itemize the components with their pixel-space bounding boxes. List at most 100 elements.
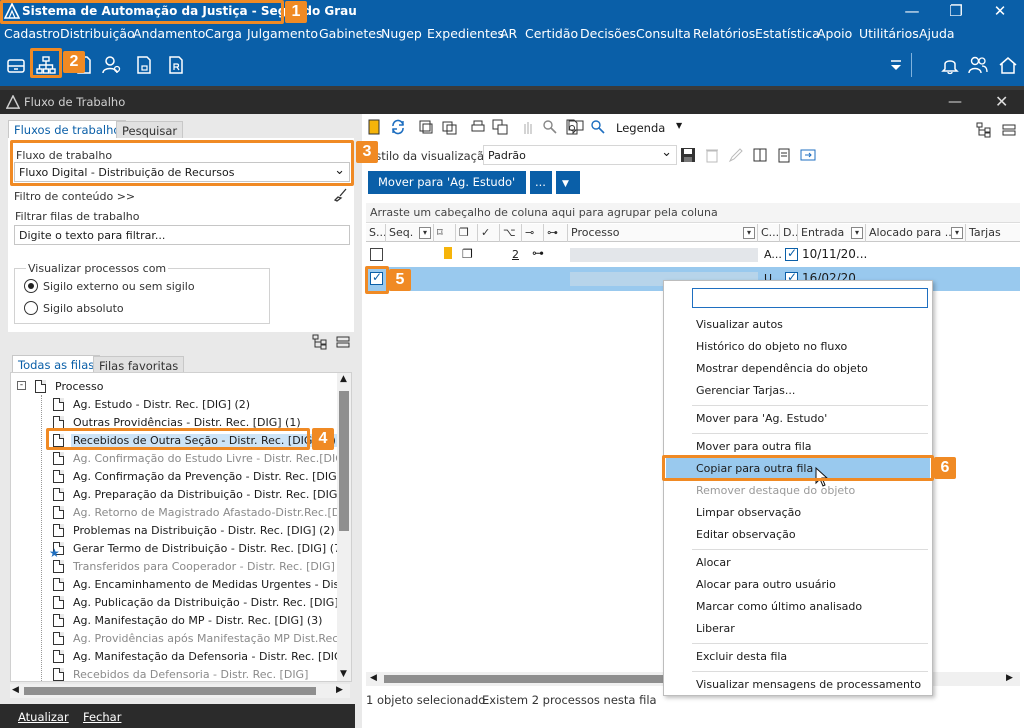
message-icon[interactable] — [568, 119, 584, 135]
printer-lock-icon[interactable] — [470, 119, 486, 135]
save-icon[interactable] — [680, 147, 696, 163]
col-bookmark[interactable]: ⌑ — [434, 224, 456, 242]
tree-expand-icon[interactable] — [312, 334, 328, 350]
view-style-select[interactable]: Padrão ⌄ — [483, 145, 677, 165]
tab-fluxos-de-trabalho[interactable]: Fluxos de trabalho — [8, 120, 127, 139]
col-seq-dropdown-icon[interactable]: ▾ — [419, 227, 431, 239]
menu-ajuda[interactable]: Ajuda — [919, 26, 955, 41]
menu-carga[interactable]: Carga — [205, 26, 242, 41]
legend-dropdown[interactable]: Legenda — [616, 121, 665, 135]
menu-mostrar-dependencia[interactable]: Mostrar dependência do objeto — [696, 362, 868, 375]
menu-apoio[interactable]: Apoio — [817, 26, 852, 41]
scroll-left-icon[interactable]: ◀ — [12, 685, 19, 695]
document-lock-icon[interactable] — [134, 55, 154, 75]
col-alocado-dropdown-icon[interactable]: ▾ — [951, 227, 963, 239]
scroll-left-icon[interactable]: ◀ — [370, 673, 377, 683]
scroll-down-icon[interactable]: ▼ — [340, 669, 347, 679]
refresh-icon[interactable] — [390, 119, 406, 135]
tree-hscrollbar[interactable]: ◀ ▶ — [10, 684, 350, 698]
home-icon[interactable] — [998, 55, 1018, 75]
close-app-button[interactable]: ✕ — [980, 0, 1020, 24]
col-processo-dropdown-icon[interactable]: ▾ — [743, 227, 755, 239]
radio-sigilo-absoluto[interactable] — [24, 301, 38, 315]
copy-window-icon[interactable] — [418, 119, 434, 135]
menu-ar[interactable]: AR — [500, 26, 517, 41]
col-link2[interactable]: ⊶ — [544, 224, 568, 242]
maximize-button[interactable]: ❐ — [936, 0, 976, 24]
menu-marcar-ultimo-analisado[interactable]: Marcar como último analisado — [696, 600, 862, 613]
menu-alocar-outro-usuario[interactable]: Alocar para outro usuário — [696, 578, 836, 591]
col-alocado[interactable]: Alocado para ... ▾ — [866, 224, 966, 242]
atualizar-button[interactable]: Atualizar — [18, 710, 69, 724]
col-copy[interactable]: ❐ — [456, 224, 478, 242]
tree-vscrollbar[interactable]: ▲ ▼ — [337, 373, 351, 681]
duplicate-icon[interactable] — [442, 119, 458, 135]
col-d[interactable]: D... — [780, 224, 798, 242]
hscroll-thumb[interactable] — [24, 687, 316, 695]
menu-distribuicao[interactable]: Distribuição — [60, 26, 135, 41]
col-tree[interactable]: ⌥ — [500, 224, 522, 242]
table-row[interactable]: ❐ 2 ⊶ A... 10/11/20... — [366, 244, 1020, 266]
menu-consulta[interactable]: Consulta — [636, 26, 691, 41]
more-actions-button[interactable]: ... — [530, 171, 552, 194]
col-check[interactable]: ✓ — [478, 224, 500, 242]
scroll-up-icon[interactable]: ▲ — [340, 374, 347, 384]
menu-estatistica[interactable]: Estatística — [755, 26, 820, 41]
row-checkbox[interactable] — [370, 248, 383, 261]
menu-editar-observacao[interactable]: Editar observação — [696, 528, 796, 541]
menu-mover-outra-fila[interactable]: Mover para outra fila — [696, 440, 812, 453]
pencil-icon[interactable] — [728, 147, 744, 163]
context-menu-search-input[interactable] — [692, 288, 928, 308]
col-processo[interactable]: Processo ▾ — [568, 224, 758, 242]
users-icon[interactable] — [968, 55, 988, 75]
bookmark-icon[interactable] — [366, 119, 382, 135]
menu-gabinetes[interactable]: Gabinetes — [319, 26, 382, 41]
menu-certidao[interactable]: Certidão — [525, 26, 578, 41]
tree-collapse-icon[interactable] — [1002, 122, 1016, 138]
document-r-icon[interactable] — [166, 55, 186, 75]
hand-icon[interactable] — [520, 119, 536, 135]
col-status[interactable]: S... — [366, 224, 386, 242]
brush-icon[interactable] — [334, 188, 348, 202]
move-to-ag-estudo-button[interactable]: Mover para 'Ag. Estudo' — [368, 171, 526, 194]
fechar-button[interactable]: Fechar — [83, 710, 121, 724]
menu-liberar[interactable]: Liberar — [696, 622, 735, 635]
radio-sigilo-externo[interactable] — [24, 279, 38, 293]
duplicate-stack-icon[interactable] — [492, 119, 508, 135]
tree-expand-icon[interactable] — [976, 122, 992, 138]
window-close-button[interactable]: ✕ — [995, 92, 1008, 111]
hscroll-thumb[interactable] — [384, 675, 664, 683]
tree-collapse-icon[interactable] — [336, 334, 350, 350]
menu-nugep[interactable]: Nugep — [381, 26, 422, 41]
menu-limpar-observacao[interactable]: Limpar observação — [696, 506, 801, 519]
menu-excluir-desta-fila[interactable]: Excluir desta fila — [696, 650, 787, 663]
col-seq[interactable]: Seq. ▾ — [386, 224, 434, 242]
scroll-right-icon[interactable]: ▶ — [1006, 673, 1013, 683]
user-settings-icon[interactable] — [102, 55, 122, 75]
trash-icon[interactable] — [704, 147, 720, 163]
menu-visualizar-mensagens[interactable]: Visualizar mensagens de processamento — [696, 678, 921, 691]
menu-gerenciar-tarjas[interactable]: Gerenciar Tarjas... — [696, 384, 795, 397]
menu-visualizar-autos[interactable]: Visualizar autos — [696, 318, 783, 331]
menu-julgamento[interactable]: Julgamento — [247, 26, 318, 41]
magnifier-icon[interactable] — [542, 119, 558, 135]
col-entrada-dropdown-icon[interactable]: ▾ — [851, 227, 863, 239]
clipboard-icon[interactable] — [776, 147, 792, 163]
menu-andamento[interactable]: Andamento — [133, 26, 205, 41]
minimize-button[interactable]: — — [892, 0, 932, 24]
bell-icon[interactable] — [940, 55, 960, 75]
legend-caret-icon[interactable]: ▼ — [676, 121, 682, 130]
export-icon[interactable] — [800, 147, 816, 163]
menu-remover-destaque[interactable]: Remover destaque do objeto — [696, 484, 855, 497]
book-icon[interactable] — [752, 147, 768, 163]
group-by-area[interactable]: Arraste um cabeçalho de coluna aqui para… — [366, 203, 1020, 223]
menu-mover-ag-estudo[interactable]: Mover para 'Ag. Estudo' — [696, 412, 827, 425]
window-minimize-button[interactable]: — — [948, 94, 962, 110]
filter-queues-input[interactable]: Digite o texto para filtrar... — [14, 225, 350, 245]
col-link[interactable]: ⊸ — [522, 224, 544, 242]
scroll-thumb[interactable] — [339, 391, 349, 531]
menu-historico-objeto[interactable]: Histórico do objeto no fluxo — [696, 340, 847, 353]
menu-decisoes[interactable]: Decisões — [580, 26, 636, 41]
menu-expedientes[interactable]: Expedientes — [427, 26, 504, 41]
col-c[interactable]: C... — [758, 224, 780, 242]
